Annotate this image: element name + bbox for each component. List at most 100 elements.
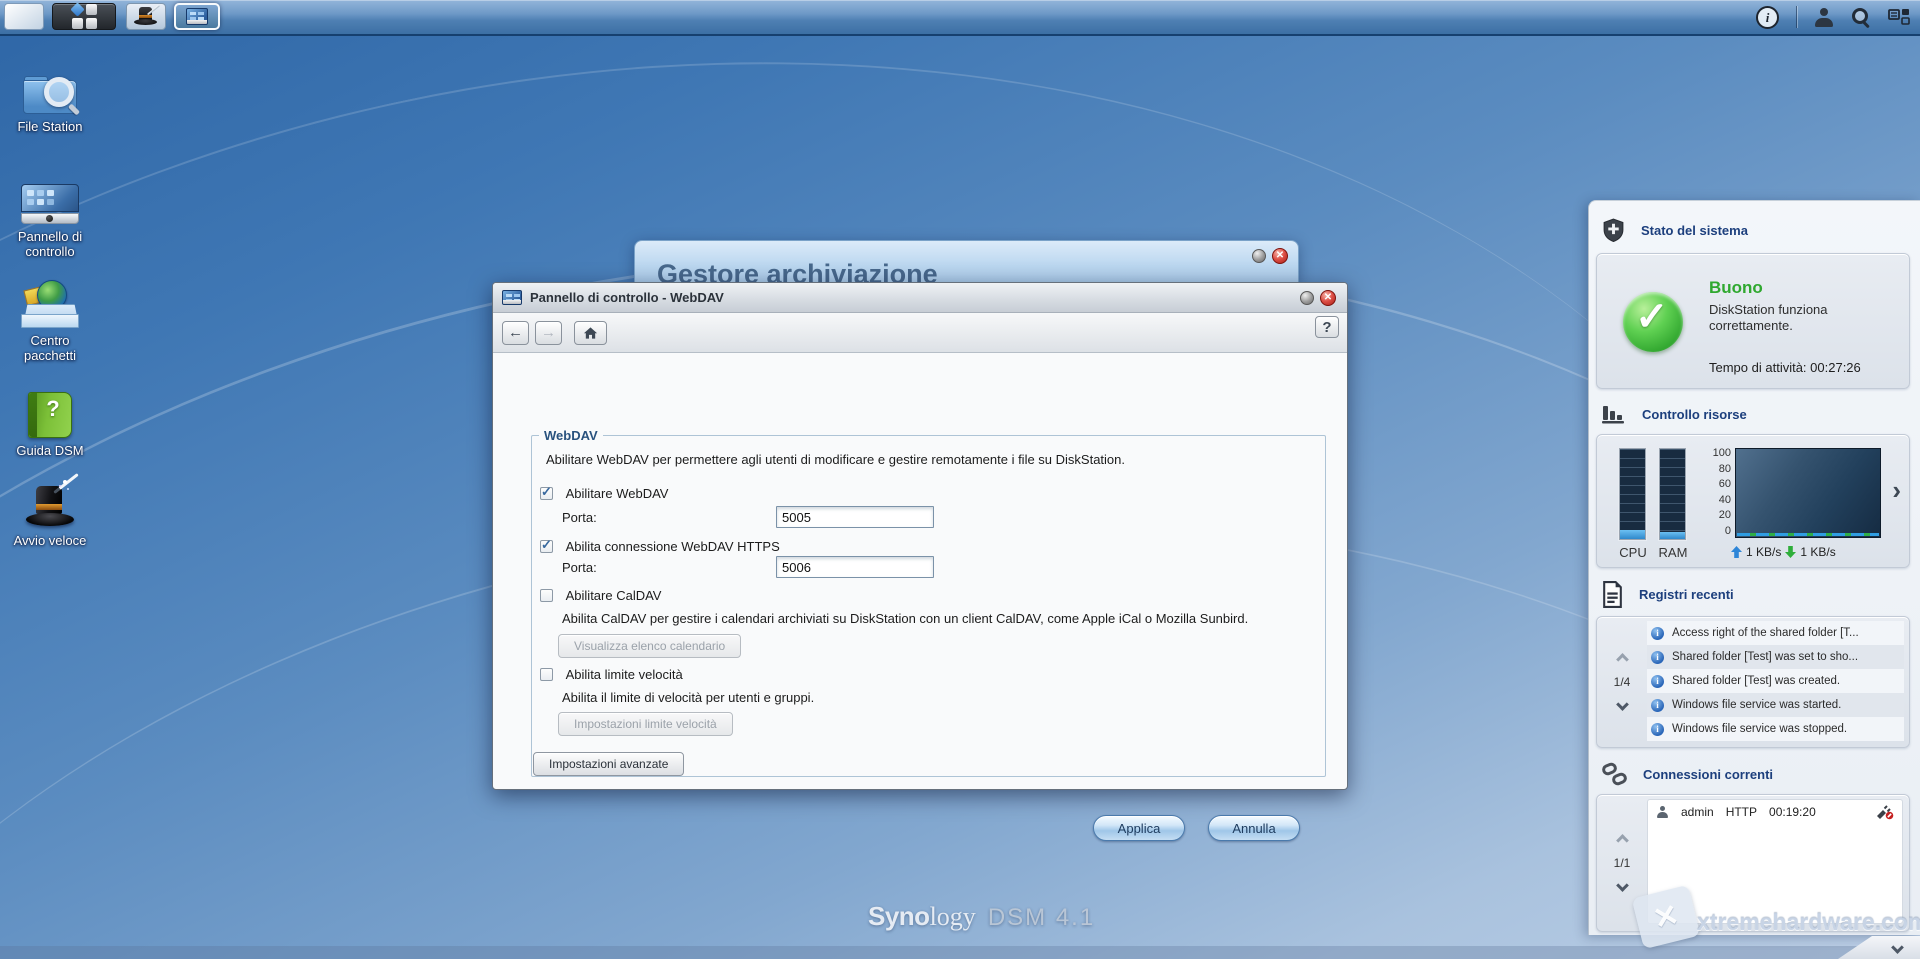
download-speed: 1 KB/s	[1800, 545, 1836, 559]
widget-title: Connessioni correnti	[1643, 766, 1774, 782]
resource-monitor-panel: CPU RAM 100 80 60 40 20 0 1 KB/s 1 KB/s …	[1596, 434, 1910, 568]
show-desktop-button[interactable]	[4, 3, 44, 30]
shield-icon	[1603, 218, 1624, 243]
log-row[interactable]: i Windows file service was stopped.	[1647, 717, 1904, 741]
section-title: WebDAV	[539, 428, 603, 443]
dialog-titlebar[interactable]: Pannello di controllo - WebDAV ✕	[493, 283, 1347, 313]
minimize-button[interactable]	[1252, 249, 1266, 263]
logs-pagination: 1/4	[1603, 617, 1641, 747]
desktop-icon-label: Centro pacchetti	[23, 333, 77, 363]
log-list: i Access right of the shared folder [T...…	[1647, 621, 1904, 741]
log-row[interactable]: i Shared folder [Test] was created.	[1647, 669, 1904, 693]
network-speed: 1 KB/s 1 KB/s	[1731, 545, 1836, 559]
enable-https-checkbox[interactable]	[540, 537, 553, 553]
cpu-meter	[1619, 448, 1646, 540]
control-panel-icon	[4, 172, 96, 224]
chain-link-icon	[1602, 762, 1627, 785]
enable-caldav-label: Abilitare CalDAV	[565, 588, 662, 603]
log-row[interactable]: i Windows file service was started.	[1647, 693, 1904, 717]
brand-text-serif: logy	[929, 902, 976, 931]
desktop-icon-quick-start[interactable]: Avvio veloce	[4, 473, 96, 548]
log-text: Shared folder [Test] was set to sho...	[1672, 651, 1859, 663]
quick-launch-button[interactable]	[126, 3, 166, 30]
disconnect-icon[interactable]	[1875, 804, 1894, 820]
view-calendar-list-button[interactable]: Visualizza elenco calendario	[558, 634, 742, 658]
webdav-port-input[interactable]	[776, 506, 934, 528]
port-label: Porta:	[562, 510, 597, 525]
pilot-view-icon[interactable]	[1888, 8, 1910, 26]
home-button[interactable]	[574, 320, 607, 345]
connections-header: Connessioni correnti	[1601, 761, 1773, 787]
resource-monitor-header: Controllo risorse	[1601, 401, 1747, 427]
bar-chart-icon	[1602, 406, 1624, 424]
dialog-toolbar: ← →	[493, 313, 1347, 353]
widget-title: Controllo risorse	[1642, 406, 1747, 422]
info-icon: i	[1651, 722, 1664, 736]
close-button[interactable]: ✕	[1320, 290, 1336, 306]
cancel-button[interactable]: Annulla	[1208, 815, 1300, 841]
enable-webdav-label: Abilitare WebDAV	[565, 486, 669, 501]
desktop-icon-control-panel[interactable]: Pannello di controllo	[4, 172, 96, 259]
magic-hat-icon	[4, 473, 96, 528]
page-down-chevron[interactable]	[1615, 879, 1629, 892]
desktop-icon-label: Guida DSM	[16, 443, 84, 458]
webdav-section: WebDAV Abilitare WebDAV per permettere a…	[531, 428, 1326, 777]
back-button[interactable]: ←	[502, 320, 529, 345]
enable-caldav-checkbox[interactable]	[540, 589, 553, 602]
upload-speed: 1 KB/s	[1746, 545, 1782, 559]
info-icon[interactable]: i	[1756, 5, 1779, 29]
help-button[interactable]: ?	[1315, 316, 1339, 338]
recent-logs-header: Registri recenti	[1601, 580, 1734, 608]
log-text: Shared folder [Test] was created.	[1672, 675, 1841, 687]
download-arrow-icon	[1785, 546, 1797, 558]
desktop-icon-package-center[interactable]: Centro pacchetti	[4, 276, 96, 363]
taskbar-control-panel-task[interactable]	[174, 3, 220, 30]
widget-title: Stato del sistema	[1641, 222, 1748, 238]
storage-manager-window[interactable]: Gestore archiviazione ✕	[634, 240, 1299, 283]
speed-limit-description: Abilita il limite di velocità per utenti…	[562, 690, 815, 705]
webdav-dialog: Pannello di controllo - WebDAV ✕ ← → ? W…	[492, 282, 1348, 841]
page-up-chevron[interactable]	[1615, 653, 1629, 666]
apply-button[interactable]: Applica	[1093, 815, 1185, 841]
desktop-icon-dsm-help[interactable]: Guida DSM	[4, 386, 96, 458]
close-button[interactable]: ✕	[1272, 248, 1288, 264]
taskbar: i	[0, 0, 1920, 36]
package-center-icon	[4, 276, 96, 328]
main-menu-button[interactable]	[52, 2, 116, 30]
info-icon: i	[1651, 674, 1664, 688]
brand-text-bold: Syno	[868, 901, 930, 931]
widget-sidebar: Stato del sistema Buono DiskStation funz…	[1588, 200, 1920, 950]
enable-webdav-checkbox[interactable]	[540, 484, 553, 500]
page-indicator: 1/4	[1613, 675, 1631, 689]
info-icon: i	[1651, 650, 1664, 664]
speed-limit-settings-button[interactable]: Impostazioni limite velocità	[558, 712, 733, 736]
storage-manager-title: Gestore archiviazione	[657, 259, 938, 283]
uptime-text: Tempo di attività: 00:27:26	[1709, 360, 1861, 375]
log-text: Access right of the shared folder [T...	[1672, 627, 1859, 639]
enable-speed-limit-checkbox[interactable]	[540, 668, 553, 681]
page-down-chevron[interactable]	[1615, 698, 1629, 711]
recent-logs-panel: 1/4 i Access right of the shared folder […	[1596, 616, 1910, 748]
forward-button[interactable]: →	[535, 320, 562, 345]
desktop-icon-file-station[interactable]: File Station	[4, 62, 96, 134]
connection-time: 00:19:20	[1769, 805, 1816, 819]
page-up-chevron[interactable]	[1615, 834, 1629, 847]
minimize-button[interactable]	[1300, 291, 1314, 305]
magic-hat-icon	[133, 4, 161, 27]
connection-protocol: HTTP	[1725, 805, 1758, 819]
user-account-icon[interactable]	[1814, 7, 1834, 27]
control-panel-icon	[502, 290, 522, 305]
search-icon[interactable]	[1851, 7, 1871, 27]
connection-user: admin	[1681, 805, 1714, 819]
connection-row[interactable]: admin HTTP 00:19:20	[1648, 800, 1902, 824]
resource-monitor-expand-chevron[interactable]: ›	[1892, 477, 1901, 503]
caldav-description: Abilita CalDAV per gestire i calendari a…	[562, 611, 1249, 626]
advanced-settings-button[interactable]: Impostazioni avanzate	[533, 752, 685, 776]
log-row[interactable]: i Access right of the shared folder [T...	[1647, 621, 1904, 645]
log-row[interactable]: i Shared folder [Test] was set to sho...	[1647, 645, 1904, 669]
enable-speed-limit-label: Abilita limite velocità	[565, 667, 683, 682]
https-port-input[interactable]	[776, 556, 934, 578]
log-text: Windows file service was stopped.	[1672, 723, 1848, 735]
desktop-icon-label: Pannello di controllo	[17, 229, 83, 259]
collapse-chevron-icon	[1891, 941, 1904, 954]
